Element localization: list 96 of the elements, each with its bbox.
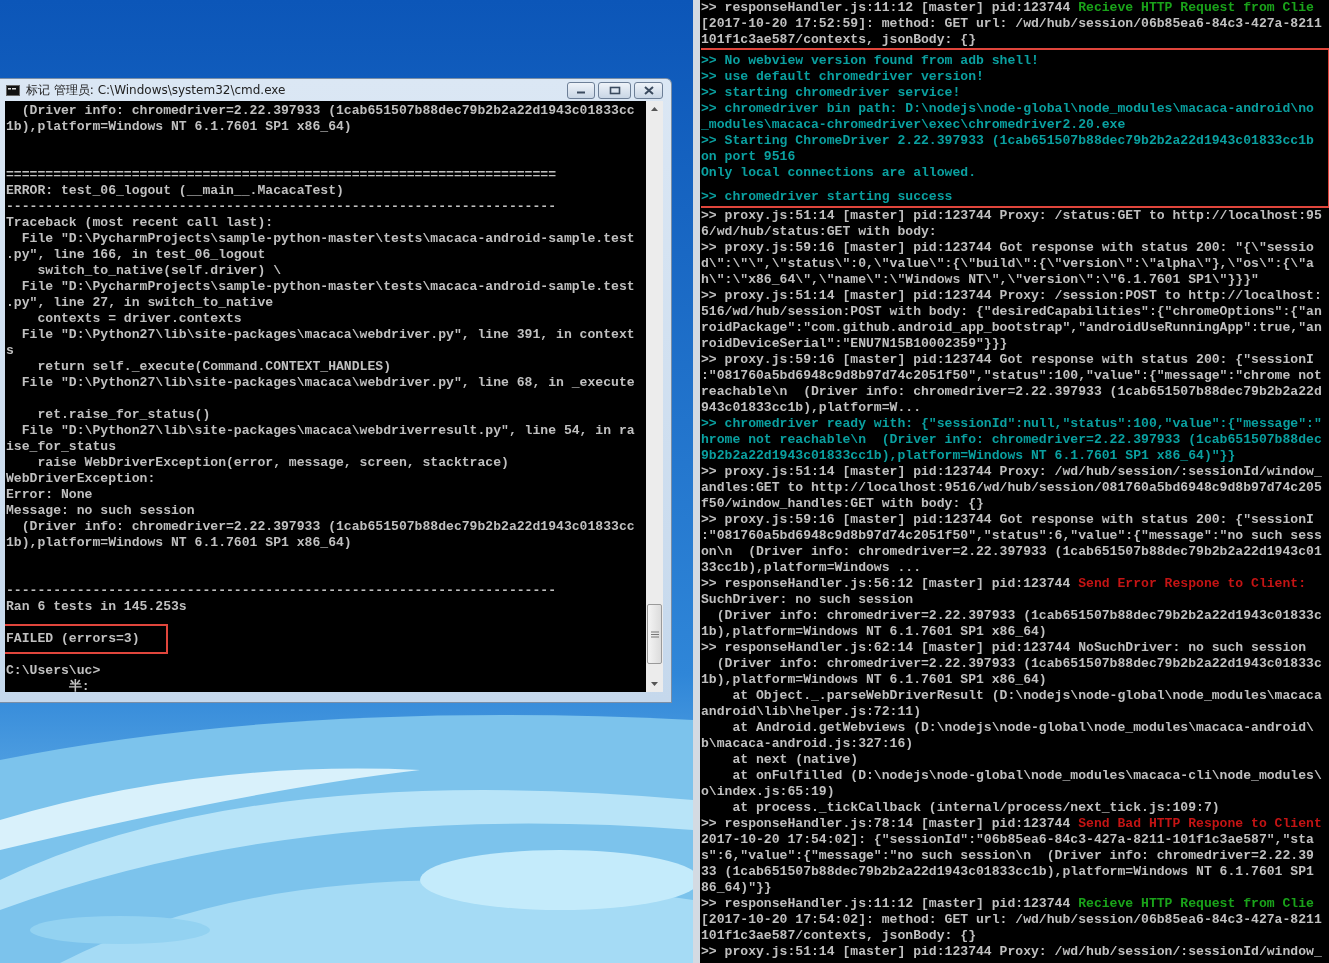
console-line: >> chromedriver bin path: D:\nodejs\node-global\node_modules\macaca-android\no [701,101,1315,117]
console-line: 33 (1cab651507b88dec79b2b2a22d1943c01833cc1b),platform=Windows NT 6.1.7601 SP1 [701,864,1315,880]
console-line: Message: no such session [6,503,196,519]
console-line: 943c01833cc1b),platform=W... [701,400,922,416]
console-line: ---------------------------------------------------------------------- [6,583,558,599]
console-line: _modules\macaca-chromedriver\exec\chromedriver2.20.exe [701,117,1127,133]
console-line: WebDriverException: [6,471,157,487]
console-line: >> proxy.js:51:14 [master] pid:123744 Proxy: /wd/hub/session/:sessionId/window_ [701,944,1323,960]
console-line: 9b2b2a22d1943c01833cc1b),platform=Windows NT 6.1.7601 SP1 x86_64)"}} [701,448,1237,464]
console-line: o\index.js:65:19) [701,784,836,800]
console-line: at Object._.parseWebDriverResult (D:\nodejs\node-global\node_modules\macaca [731,688,1323,704]
console-line: File "D:\PycharmProjects\sample-python-master\tests\macaca-android-sample.test [20,279,636,295]
console-line: hrome not reachable\n (Driver info: chromedriver=2.22.397933 (1cab651507b88dec [701,432,1323,448]
console-line: 6/wd/hub/status:GET with body: [701,224,938,240]
console-line: ---------------------------------------------------------------------- [6,199,558,215]
console-line: Ran 6 tests in 145.253s [6,599,188,615]
console-line: raise WebDriverException(error, message, screen, stacktrace) [36,455,510,471]
console-line: 半: [67,679,91,692]
console-line: 86_64)"}} [701,880,773,896]
console-line: >> responseHandler.js:78:14 [master] pid:123744 Send Bad HTTP Respone to Client [701,816,1323,832]
console-line: 1b),platform=Windows NT 6.1.7601 SP1 x86_64) [6,535,353,551]
console-line: 516/wd/hub/session:POST with body: {"desiredCapabilities":{"chromeOptions":{"an [701,304,1323,320]
console-line: :"081760a5bd6948c9d8b97d74c2051f50","status":6,"value":{"message":"no such sess [701,528,1323,544]
terminal-icon [6,84,20,96]
console-line: (Driver info: chromedriver=2.22.397933 (1cab651507b88dec79b2b2a22d1943c01833cc [20,103,636,119]
scrollbar-thumb[interactable] [647,604,662,664]
window-title: 标记 管理员: C:\Windows\system32\cmd.exe [26,81,286,99]
console-line: >> Starting ChromeDriver 2.22.397933 (1cab651507b88dec79b2b2a22d1943c01833cc1b [701,133,1315,149]
console-line: .py", line 27, in switch_to_native [6,295,275,311]
console-line: android\lib\helper.js:72:11) [701,704,922,720]
console-line: File "D:\Python27\lib\site-packages\macaca\webdriverresult.py", line 54, in ra [20,423,636,439]
console-line: >> proxy.js:59:16 [master] pid:123744 Got response with status 200: {"sessionI [701,512,1315,528]
console-line: 1b),platform=Windows NT 6.1.7601 SP1 x86_64) [701,624,1048,640]
console-line: 33cc1b),platform=Windows ... [701,560,922,576]
console-line: (Driver info: chromedriver=2.22.397933 (1cab651507b88dec79b2b2a22d1943c01833c [715,656,1323,672]
console-line: >> chromedriver starting success [701,189,954,205]
console-line: ret.raise_for_status() [36,407,212,423]
console-line: roidPackage":"com.github.android_app_bootstrap","androidUseRunningApp":true,"an [701,320,1323,336]
console-line: switch_to_native(self.driver) \ [36,263,282,279]
console-line: 101f1c3ae587/contexts, jsonBody: {} [701,928,977,944]
console-line: ise_for_status [6,439,117,455]
console-line: >> responseHandler.js:56:12 [master] pid:123744 Send Error Respone to Client: [701,576,1308,592]
console-line: >> responseHandler.js:62:14 [master] pid:123744 NoSuchDriver: no such session [701,640,1308,656]
console-line: at process._tickCallback (internal/process/next_tick.js:109:7) [731,800,1221,816]
console-line: [2017-10-20 17:54:02]: method: GET url: /wd/hub/session/06b85ea6-84c3-427a-8211 [701,912,1323,928]
console-line: >> proxy.js:51:14 [master] pid:123744 Proxy: /status:GET to http://localhost:95 [701,208,1323,224]
console-line: >> responseHandler.js:11:12 [master] pid:123744 Recieve HTTP Request from Clie [701,0,1315,16]
console-line: at onFulfilled (D:\nodejs\node-global\node_modules\macaca-cli\node_modules\ [731,768,1323,784]
console-line: (Driver info: chromedriver=2.22.397933 (1cab651507b88dec79b2b2a22d1943c01833c [715,608,1323,624]
console-line: Traceback (most recent call last): [6,215,275,231]
close-button[interactable] [634,82,663,99]
console-line: File "D:\Python27\lib\site-packages\macaca\webdriver.py", line 68, in _execute [20,375,636,391]
console-line: ====================================================================== [6,167,558,183]
console-line: 1b),platform=Windows NT 6.1.7601 SP1 x86_64) [6,119,353,135]
console-line: h\":\"x86_64\",\"name\":\"Windows NT\",\"version\":\"6.1.7601 SP1\"}}}" [701,272,1260,288]
console-line: f50/window_handles:GET with body: {} [701,496,985,512]
console-line: 2017-10-20 17:54:02]: {"sessionId":"06b85ea6-84c3-427a-8211-101f1c3ae587","sta [701,832,1315,848]
maximize-icon [608,86,621,95]
console-line: return self._execute(Command.CONTEXT_HANDLES) [36,359,393,375]
console-line: b\macaca-android.js:327:16) [701,736,915,752]
console-line: >> chromedriver ready with: {"sessionId":null,"status":100,"value":{"message":" [701,416,1323,432]
console-line: s [6,343,15,359]
console-line: >> use default chromedriver version! [701,69,985,85]
console-line: roidDeviceSerial":"ENU7N15B10002359"}}} [701,336,1009,352]
console-line: (Driver info: chromedriver=2.22.397933 (1cab651507b88dec79b2b2a22d1943c01833cc [20,519,636,535]
console-line: File "D:\Python27\lib\site-packages\macaca\webdriver.py", line 391, in context [20,327,636,343]
console-line: SuchDriver: no such session [701,592,915,608]
console-line: Only local connections are allowed. [701,165,977,181]
console-line: >> proxy.js:59:16 [master] pid:123744 Got response with status 200: {"sessionI [701,352,1315,368]
console-line: at Android.getWebviews (D:\nodejs\node-global\node_modules\macaca-android\ [731,720,1315,736]
console-line: andles:GET to http://localhost:9516/wd/hub/session/081760a5bd6948c9d8b97d74c205 [701,480,1323,496]
console-line: .py", line 166, in test_06_logout [6,247,267,263]
console-line: on port 9516 [701,149,797,165]
console-line: 1b),platform=Windows NT 6.1.7601 SP1 x86_64) [701,672,1048,688]
console-line: >> starting chromedriver service! [701,85,962,101]
console-line: 101f1c3ae587/contexts, jsonBody: {} [701,32,977,48]
console-line: ERROR: test_06_logout (__main__.MacacaTest) [6,183,345,199]
console-line: >> No webview version found from adb shell! [701,53,1040,69]
console-line: >> proxy.js:51:14 [master] pid:123744 Proxy: /session:POST to http://localhost: [701,288,1323,304]
console-line: contexts = driver.contexts [36,311,243,327]
console-line: on\n (Driver info: chromedriver=2.22.397933 (1cab651507b88dec79b2b2a22d1943c01 [701,544,1323,560]
console-line: :"081760a5bd6948c9d8b97d74c2051f50","status":100,"value":{"message":"chrome not [701,368,1323,384]
console-line: Error: None [6,487,94,503]
console-line: s":6,"value":{"message":"no such session\n (Driver info: chromedriver=2.22.39 [701,848,1315,864]
console-line: >> proxy.js:59:16 [master] pid:123744 Got response with status 200: "{\"sessio [701,240,1315,256]
close-icon [642,86,655,95]
console-line: at next (native) [731,752,860,768]
console-line: [2017-10-20 17:52:59]: method: GET url: /wd/hub/session/06b85ea6-84c3-427a-8211 [701,16,1323,32]
minimize-button[interactable] [567,82,595,99]
console-line: C:\Users\uc> [6,663,102,679]
console-line: >> responseHandler.js:11:12 [master] pid:123744 Recieve HTTP Request from Clie [701,896,1315,912]
console-line: reachable\n (Driver info: chromedriver=2.22.397933 (1cab651507b88dec79b2b2a22d [701,384,1323,400]
console-line: d\":\"\",\"status\":0,\"value\":{\"build\":{\"version\":\"alpha\"},\"os\":{\"a [701,256,1315,272]
console-line: File "D:\PycharmProjects\sample-python-master\tests\macaca-android-sample.test [20,231,636,247]
console-line: >> proxy.js:51:14 [master] pid:123744 Proxy: /wd/hub/session/:sessionId/window_ [701,464,1323,480]
maximize-button[interactable] [598,82,631,99]
